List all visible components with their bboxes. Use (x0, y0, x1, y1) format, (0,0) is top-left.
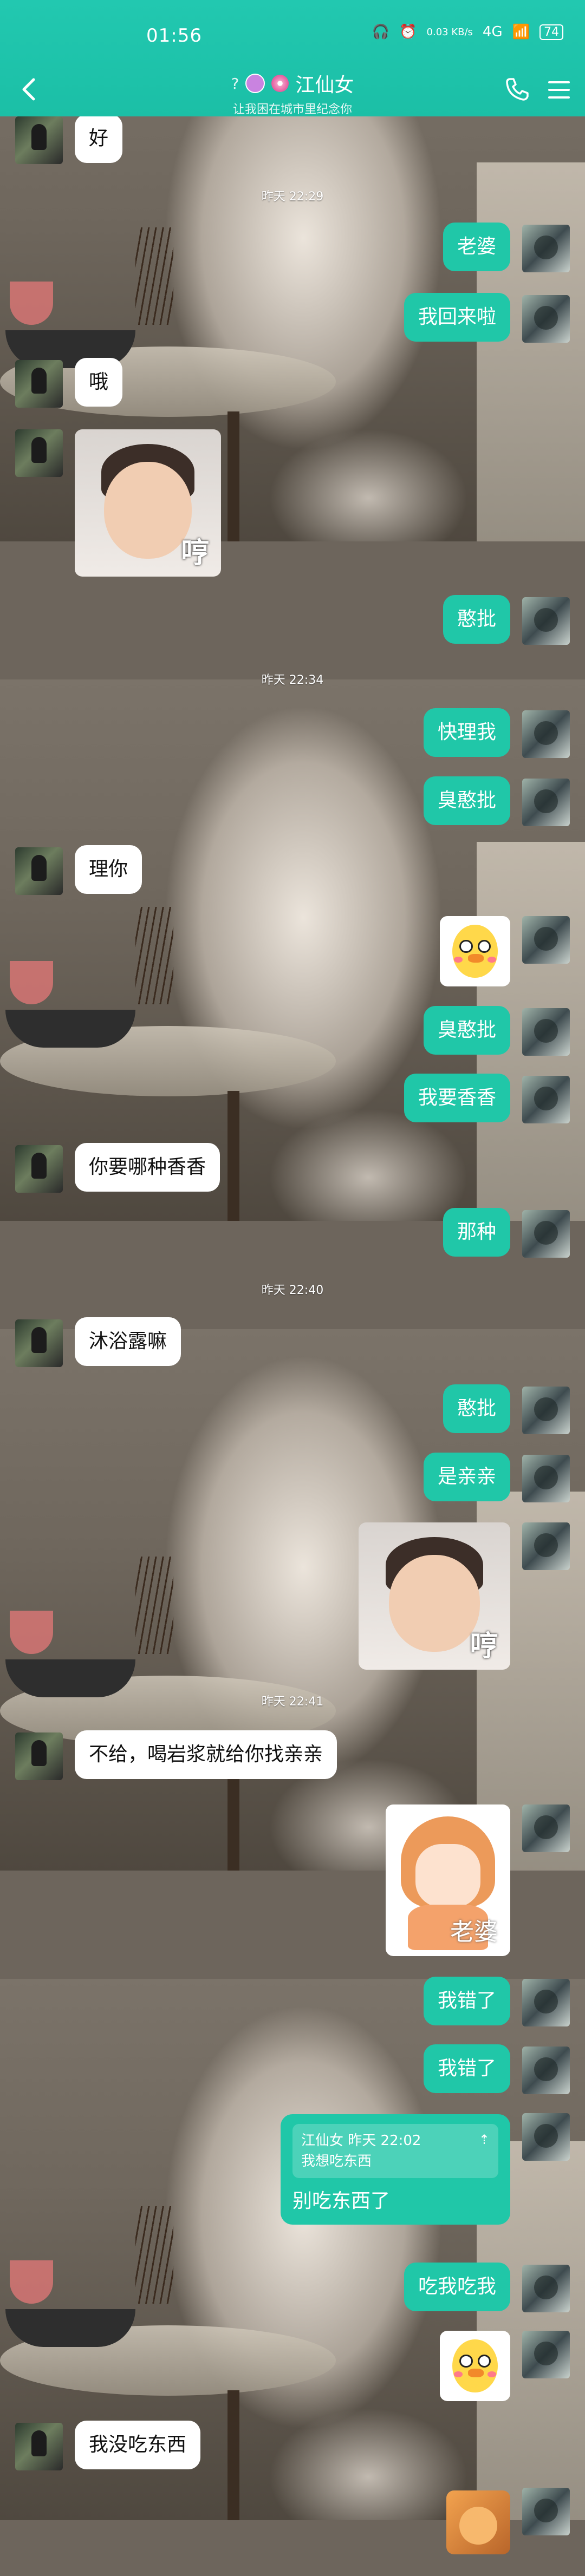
chat-title-area[interactable]: ? 江仙女 让我困在城市里纪念你 (0, 69, 585, 117)
timestamp: 昨天 22:29 (261, 190, 324, 204)
message-bubble[interactable]: 憨批 (443, 595, 510, 644)
message-bubble[interactable]: 快理我 (423, 708, 510, 757)
contact-avatar[interactable] (15, 2423, 63, 2470)
status-time: 01:56 (146, 25, 202, 47)
timestamp: 昨天 22:41 (261, 1695, 324, 1709)
chat-message-list[interactable]: 好 昨天 22:29 老婆 我回来啦 哦 哼 憨批 昨天 22:34 快理我 臭… (0, 116, 585, 2576)
my-avatar[interactable] (522, 2488, 570, 2535)
message-bubble[interactable]: 臭憨批 (423, 1006, 510, 1055)
battery-indicator: 74 (540, 24, 563, 40)
timestamp: 昨天 22:40 (261, 1284, 324, 1297)
message-bubble[interactable]: 臭憨批 (423, 776, 510, 825)
my-avatar[interactable] (522, 2113, 570, 2161)
message-bubble[interactable]: 不给，喝岩浆就给你找亲亲 (75, 1730, 337, 1779)
message-bubble[interactable]: 老婆 (443, 223, 510, 271)
message-bubble[interactable]: 那种 (443, 1208, 510, 1257)
message-bubble[interactable]: 沐浴露嘛 (75, 1317, 181, 1366)
contact-avatar[interactable] (15, 847, 63, 895)
question-icon: ? (231, 74, 239, 93)
my-avatar[interactable] (522, 1522, 570, 1570)
contact-name: 江仙女 (295, 74, 354, 96)
quoted-message[interactable]: 江仙女 昨天 22:02 我想吃东西 ⇡ (292, 2124, 498, 2178)
my-avatar[interactable] (522, 1387, 570, 1434)
my-avatar[interactable] (522, 1008, 570, 1056)
contact-avatar[interactable] (15, 429, 63, 477)
sticker-caption: 老婆 (450, 1918, 498, 1946)
my-avatar[interactable] (522, 1804, 570, 1852)
contact-avatar[interactable] (15, 116, 63, 164)
sticker-caption: 哼 (470, 1630, 498, 1663)
contact-avatar[interactable] (15, 1319, 63, 1367)
my-avatar[interactable] (522, 2265, 570, 2312)
quote-header: 江仙女 昨天 22:02 (301, 2133, 421, 2149)
status-icons: 🎧 ⏰ 0.03 KB/s 4G 📶 74 (372, 24, 563, 40)
message-bubble[interactable]: 好 (75, 116, 123, 163)
sticker-anime-crying[interactable]: 老婆 (386, 1804, 510, 1956)
my-avatar[interactable] (522, 1076, 570, 1123)
my-avatar[interactable] (522, 2331, 570, 2378)
my-avatar[interactable] (522, 779, 570, 826)
quote-text: 我想吃东西 (301, 2153, 372, 2169)
contact-avatar[interactable] (15, 1732, 63, 1780)
my-avatar[interactable] (522, 597, 570, 645)
sticker-baby-pout[interactable]: 哼 (359, 1522, 510, 1670)
flower-icon (271, 75, 289, 92)
my-avatar[interactable] (522, 1979, 570, 2026)
message-bubble[interactable]: 理你 (75, 845, 142, 894)
chat-header: 01:56 🎧 ⏰ 0.03 KB/s 4G 📶 74 ? 江仙女 让我困在城市… (0, 0, 585, 116)
headset-icon: 🎧 (372, 24, 390, 40)
timestamp: 昨天 22:34 (261, 674, 324, 687)
my-avatar[interactable] (522, 916, 570, 964)
quoted-reply-bubble[interactable]: 江仙女 昨天 22:02 我想吃东西 ⇡ 别吃东西了 (281, 2114, 510, 2225)
message-bubble[interactable]: 我错了 (423, 1977, 510, 2025)
message-bubble[interactable]: 憨批 (443, 1384, 510, 1433)
phone-icon[interactable] (503, 75, 531, 103)
message-bubble[interactable]: 你要哪种香香 (75, 1143, 220, 1192)
status-bar: 01:56 🎧 ⏰ 0.03 KB/s 4G 📶 74 (0, 0, 585, 60)
my-avatar[interactable] (522, 225, 570, 272)
message-bubble[interactable]: 哦 (75, 358, 123, 407)
message-bubble[interactable]: 我没吃东西 (75, 2421, 201, 2469)
face-icon (245, 74, 265, 93)
message-bubble[interactable]: 是亲亲 (423, 1453, 510, 1501)
signal-label: 4G (482, 24, 503, 40)
my-avatar[interactable] (522, 295, 570, 343)
sticker-caption: 哼 (181, 537, 210, 570)
my-avatar[interactable] (522, 1210, 570, 1258)
alarm-icon: ⏰ (399, 24, 417, 40)
my-avatar[interactable] (522, 710, 570, 758)
jump-to-quote-icon[interactable]: ⇡ (479, 2129, 490, 2150)
sticker-baby-pout[interactable]: 哼 (75, 429, 221, 577)
wifi-icon: 📶 (512, 24, 530, 40)
contact-signature: 让我困在城市里纪念你 (232, 103, 352, 116)
message-bubble[interactable]: 吃我吃我 (404, 2263, 510, 2311)
menu-icon[interactable] (545, 76, 573, 104)
sticker-duck[interactable] (440, 916, 510, 986)
message-bubble[interactable]: 我回来啦 (404, 293, 510, 342)
my-avatar[interactable] (522, 2047, 570, 2094)
contact-avatar[interactable] (15, 360, 63, 408)
message-bubble[interactable]: 我要香香 (404, 1074, 510, 1122)
network-speed: 0.03 KB/s (426, 26, 473, 38)
reply-text: 别吃东西了 (292, 2190, 391, 2212)
sticker-cat[interactable] (446, 2490, 510, 2554)
sticker-duck[interactable] (440, 2331, 510, 2401)
contact-avatar[interactable] (15, 1145, 63, 1193)
message-bubble[interactable]: 我错了 (423, 2044, 510, 2093)
my-avatar[interactable] (522, 1455, 570, 1502)
